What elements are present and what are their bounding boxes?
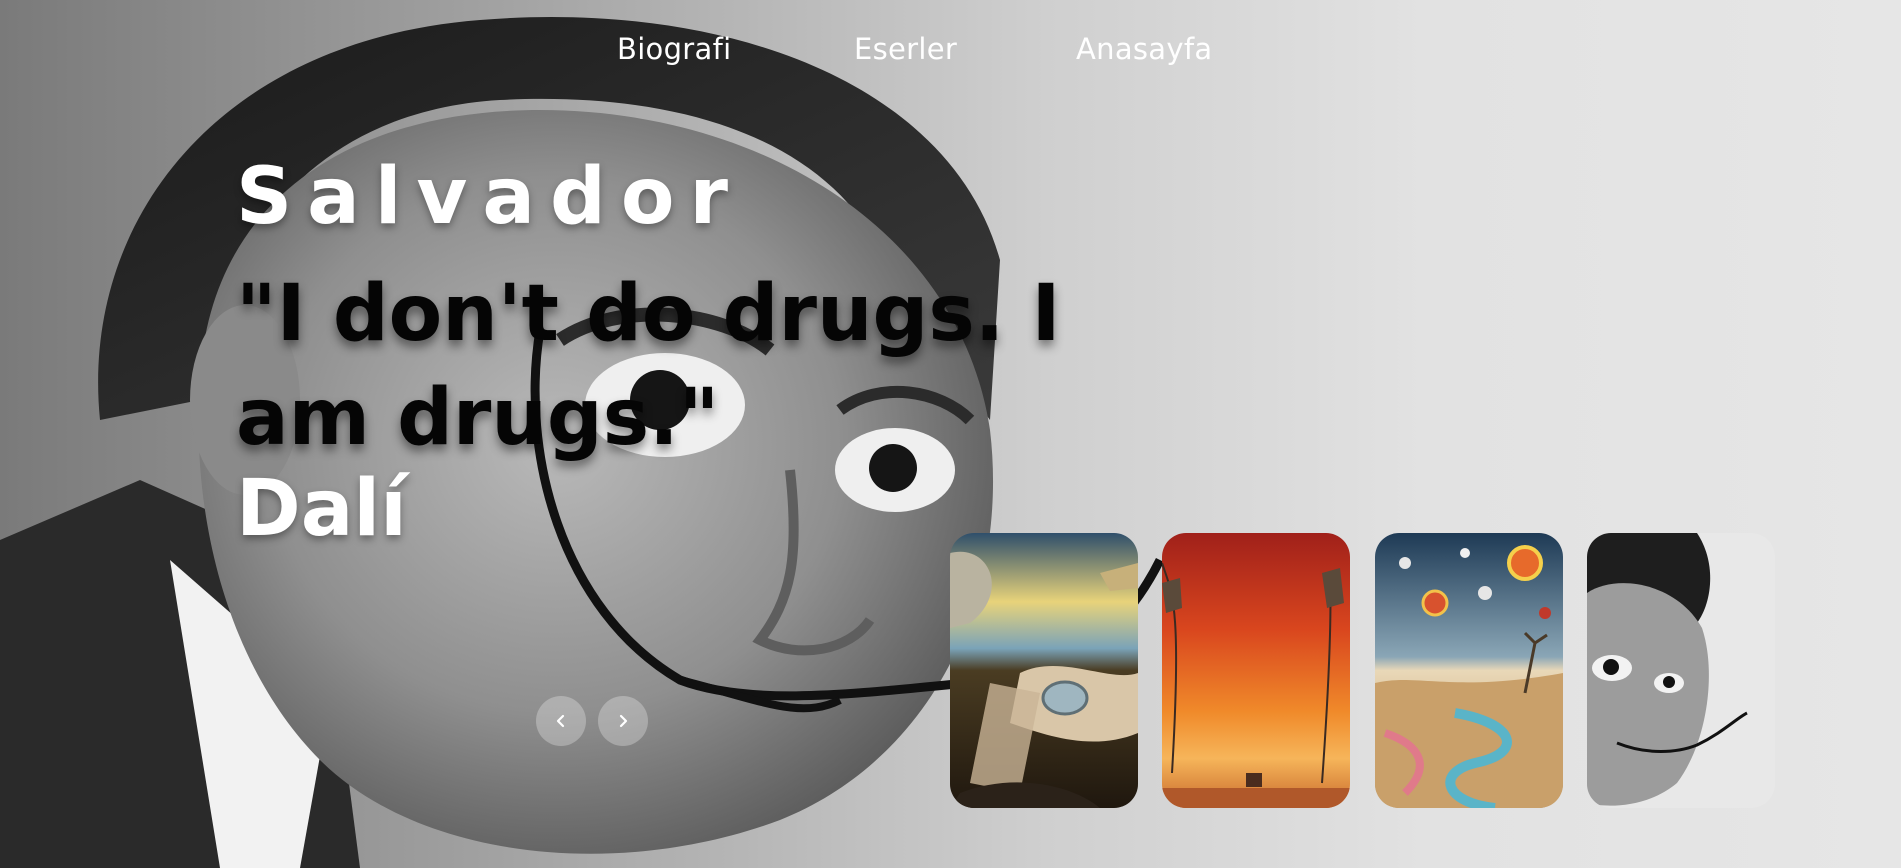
chevron-left-icon [554, 714, 568, 728]
top-nav: Biografi Eserler Anasayfa [0, 26, 1901, 76]
nav-link-biografi[interactable]: Biografi [617, 32, 731, 66]
hero-last-name: Dalí [236, 464, 407, 554]
card-dali-portrait[interactable] [1587, 533, 1775, 808]
hero-quote: "I don't do drugs. I am drugs." [236, 269, 1061, 463]
nav-link-anasayfa[interactable]: Anasayfa [1076, 32, 1212, 66]
card-surreal-swirls[interactable] [1375, 533, 1563, 808]
chevron-right-icon [616, 714, 630, 728]
hero-first-name: Salvador [236, 152, 743, 242]
slider-prev-button[interactable] [536, 696, 586, 746]
nav-link-eserler[interactable]: Eserler [854, 32, 957, 66]
slider-next-button[interactable] [598, 696, 648, 746]
card-orange-desert[interactable] [1162, 533, 1350, 808]
card-persistence-of-memory[interactable] [950, 533, 1138, 808]
artwork-card-list [950, 533, 1776, 808]
